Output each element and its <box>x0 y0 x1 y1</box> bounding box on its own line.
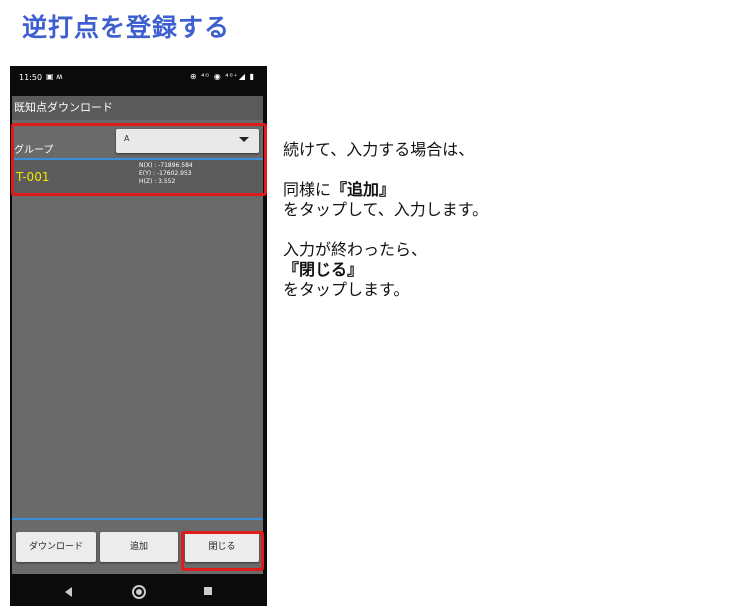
highlight-box-close <box>181 531 264 571</box>
signal-battery-icons: ⊕ ⁴ᴳ ◉ ⁴⁰⁺◢ ▮ <box>189 72 255 81</box>
download-button[interactable]: ダウンロード <box>16 532 96 562</box>
divider-line <box>12 518 263 520</box>
screen-title: 既知点ダウンロード <box>12 96 263 120</box>
home-icon[interactable] <box>132 585 146 599</box>
status-time: 11:50 <box>19 73 43 82</box>
instruction-line: 『閉じる』 <box>283 260 364 279</box>
add-button[interactable]: 追加 <box>100 532 178 562</box>
instruction-line: 同様に『追加』 <box>283 180 396 199</box>
instruction-line: 続けて、入力する場合は、 <box>283 140 475 159</box>
android-nav-bar <box>10 576 267 606</box>
notification-icons: ▣ ʍ <box>46 72 63 81</box>
back-icon[interactable] <box>65 587 72 597</box>
instruction-line: をタップして、入力します。 <box>283 200 489 219</box>
instructions-text: 続けて、入力する場合は、 同様に『追加』 をタップして、入力します。 入力が終わ… <box>283 140 488 300</box>
status-bar: 11:50 ▣ ʍ ⊕ ⁴ᴳ ◉ ⁴⁰⁺◢ ▮ <box>10 66 267 88</box>
instruction-line: をタップします。 <box>283 280 410 299</box>
instruction-line: 入力が終わったら、 <box>283 240 428 259</box>
recent-apps-icon[interactable] <box>204 587 212 595</box>
highlight-box-list <box>11 123 267 196</box>
page-title: 逆打点を登録する <box>22 13 231 42</box>
